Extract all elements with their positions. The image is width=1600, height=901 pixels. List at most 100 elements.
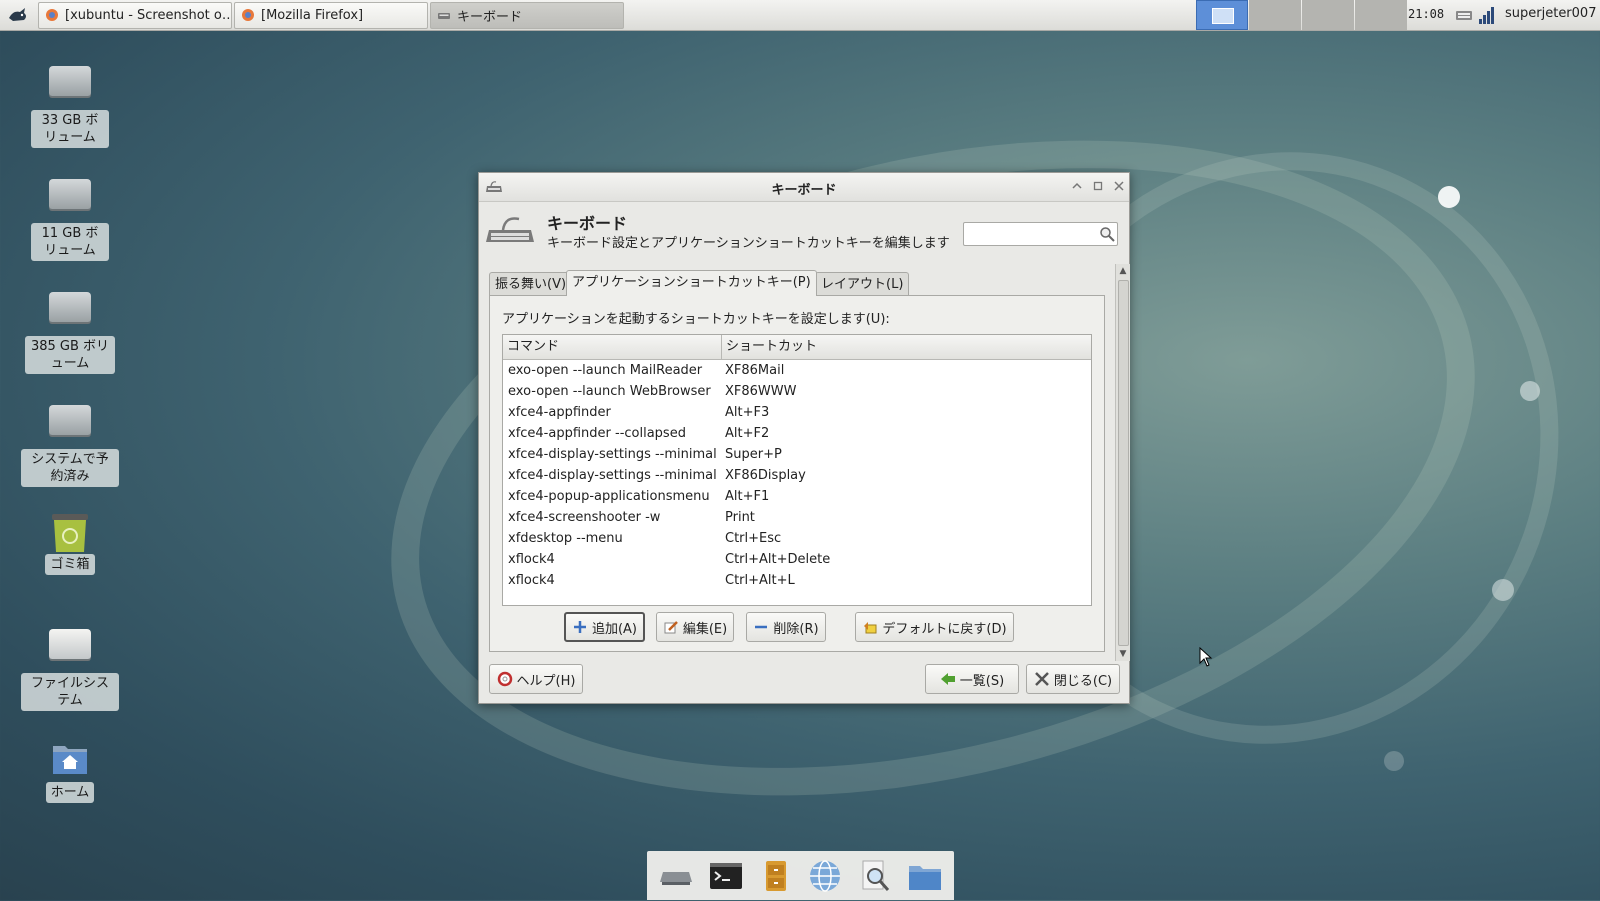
help-button[interactable]: ヘルプ(H) — [489, 664, 583, 694]
revert-icon — [864, 622, 877, 634]
desktop-icon-385gb-volume[interactable]: 385 GB ボリューム — [20, 286, 120, 374]
shortcut-cell: XF86Display — [725, 468, 806, 483]
xfce-mouse-icon — [9, 8, 26, 21]
desktop-icon-trash[interactable]: ゴミ箱 — [20, 510, 120, 575]
window-titlebar[interactable]: キーボード — [479, 173, 1129, 202]
help-button-label: ヘルプ(H) — [516, 673, 576, 689]
network-signal-icon[interactable] — [1478, 5, 1496, 25]
taskbar-item-screenshot[interactable]: [xubuntu - Screenshot o… — [38, 1, 232, 29]
table-row[interactable]: xfce4-popup-applicationsmenu Alt+F1 — [503, 486, 1091, 507]
table-row[interactable]: xfce4-appfinder --collapsed Alt+F2 — [503, 423, 1091, 444]
drive-icon — [49, 629, 91, 659]
drive-icon — [49, 292, 91, 322]
desktop-icon[interactable] — [658, 858, 694, 894]
dialog-scrollbar[interactable]: ▲ ▼ — [1115, 264, 1130, 661]
clock[interactable]: 21:08 — [1408, 7, 1444, 21]
tab-behavior[interactable]: 振る舞い(V) — [489, 272, 573, 296]
firefox-icon — [46, 9, 58, 21]
wallpaper-dot — [1438, 186, 1460, 208]
panel-label: アプリケーションを起動するショートカットキーを設定します(U): — [502, 312, 890, 327]
user-menu[interactable]: superjeter007 — [1505, 6, 1596, 21]
search-input[interactable] — [963, 222, 1118, 246]
web-browser-icon[interactable] — [807, 858, 843, 894]
shortcut-cell: Ctrl+Alt+Delete — [725, 552, 831, 567]
workspace-2[interactable] — [1249, 0, 1301, 30]
scroll-down-arrow-icon[interactable]: ▼ — [1116, 647, 1130, 661]
command-cell: exo-open --launch MailReader — [508, 363, 703, 378]
workspace-3[interactable] — [1302, 0, 1354, 30]
back-arrow-icon — [940, 673, 955, 685]
column-header-command[interactable]: コマンド — [503, 335, 722, 359]
keyboard-icon — [438, 13, 450, 19]
taskbar-item-label: キーボード — [457, 9, 523, 25]
scrollbar-thumb[interactable] — [1118, 280, 1129, 646]
desktop-icon-11gb-volume[interactable]: 11 GB ボリューム — [20, 173, 120, 261]
file-cabinet-icon[interactable] — [758, 858, 794, 894]
dialog-header-title: キーボード — [547, 214, 628, 233]
all-settings-button[interactable]: 一覧(S) — [925, 664, 1019, 694]
maximize-button[interactable] — [1090, 179, 1106, 195]
command-cell: xfce4-appfinder --collapsed — [508, 426, 686, 441]
column-header-shortcut[interactable]: ショートカット — [722, 335, 1091, 359]
desktop-icon-33gb-volume[interactable]: 33 GB ボリューム — [20, 60, 120, 148]
tab-application-shortcuts[interactable]: アプリケーションショートカットキー(P) — [566, 270, 817, 296]
table-row[interactable]: exo-open --launch WebBrowser XF86WWW — [503, 381, 1091, 402]
command-cell: xfdesktop --menu — [508, 531, 623, 546]
dialog-header-subtitle: キーボード設定とアプリケーションショートカットキーを編集します — [547, 236, 950, 251]
edit-pencil-icon — [664, 621, 678, 634]
desktop-icon-label: 11 GB ボリューム — [31, 223, 109, 261]
desktop-icon-label: 33 GB ボリューム — [31, 110, 109, 148]
scroll-up-arrow-icon[interactable]: ▲ — [1116, 264, 1130, 278]
top-panel: [xubuntu - Screenshot o… [Mozilla Firefo… — [0, 0, 1600, 31]
desktop-icon-label: ゴミ箱 — [45, 554, 95, 575]
table-row[interactable]: xfdesktop --menu Ctrl+Esc — [503, 528, 1091, 549]
desktop-icon-filesystem[interactable]: ファイルシステム — [20, 623, 120, 711]
folder-icon[interactable] — [907, 858, 943, 894]
close-icon — [1034, 672, 1049, 686]
edit-button-label: 編集(E) — [682, 621, 728, 637]
drive-icon — [49, 405, 91, 435]
arrow-up-icon — [1072, 182, 1082, 189]
window-title: キーボード — [771, 183, 837, 198]
table-row[interactable]: xfce4-appfinder Alt+F3 — [503, 402, 1091, 423]
shortcuts-list[interactable]: コマンド ショートカット exo-open --launch MailReade… — [502, 334, 1092, 606]
table-row[interactable]: xflock4 Ctrl+Alt+Delete — [503, 549, 1091, 570]
shortcut-cell: Ctrl+Alt+L — [725, 573, 795, 588]
desktop-icon-label: ホーム — [45, 782, 95, 803]
add-button[interactable]: 追加(A) — [564, 612, 645, 642]
shortcut-cell: XF86WWW — [725, 384, 797, 399]
tab-layout[interactable]: レイアウト(L) — [815, 272, 910, 296]
wallpaper-dot — [1520, 381, 1540, 401]
reset-button-label: デフォルトに戻す(D) — [882, 621, 1007, 637]
command-cell: exo-open --launch WebBrowser — [508, 384, 711, 399]
table-row[interactable]: xflock4 Ctrl+Alt+L — [503, 570, 1091, 591]
shade-button[interactable] — [1069, 179, 1085, 195]
applications-menu-button[interactable] — [0, 0, 36, 30]
search-icon[interactable] — [857, 858, 893, 894]
table-row[interactable]: xfce4-display-settings --minimal Super+P — [503, 444, 1091, 465]
table-row[interactable]: xfce4-display-settings --minimal XF86Disp… — [503, 465, 1091, 486]
shortcut-cell: Alt+F3 — [725, 405, 770, 420]
table-row[interactable]: exo-open --launch MailReader XF86Mail — [503, 360, 1091, 381]
maximize-icon — [1093, 181, 1103, 191]
workspace-4[interactable] — [1355, 0, 1407, 30]
keyboard-layout-icon[interactable] — [1455, 6, 1473, 24]
reset-to-defaults-button[interactable]: デフォルトに戻す(D) — [855, 612, 1014, 642]
workspace-1[interactable] — [1196, 0, 1248, 30]
close-window-button[interactable] — [1111, 179, 1127, 195]
command-cell: xfce4-appfinder — [508, 405, 611, 420]
terminal-icon[interactable] — [708, 858, 744, 894]
table-row[interactable]: xfce4-screenshooter -w Print — [503, 507, 1091, 528]
remove-button[interactable]: 削除(R) — [746, 612, 826, 642]
keyboard-icon — [486, 217, 534, 242]
taskbar-item-firefox[interactable]: [Mozilla Firefox] — [234, 1, 428, 29]
shortcut-cell: Alt+F1 — [725, 489, 770, 504]
dialog-header: キーボード キーボード設定とアプリケーションショートカットキーを編集します — [479, 202, 1129, 252]
search-icon[interactable] — [1099, 226, 1115, 242]
shortcut-cell: Alt+F2 — [725, 426, 770, 441]
close-button[interactable]: 閉じる(C) — [1026, 664, 1120, 694]
taskbar-item-keyboard[interactable]: キーボード — [430, 1, 624, 29]
edit-button[interactable]: 編集(E) — [656, 612, 734, 642]
desktop-icon-system-reserved[interactable]: システムで予約済み — [20, 399, 120, 487]
desktop-icon-home[interactable]: ホーム — [20, 738, 120, 803]
